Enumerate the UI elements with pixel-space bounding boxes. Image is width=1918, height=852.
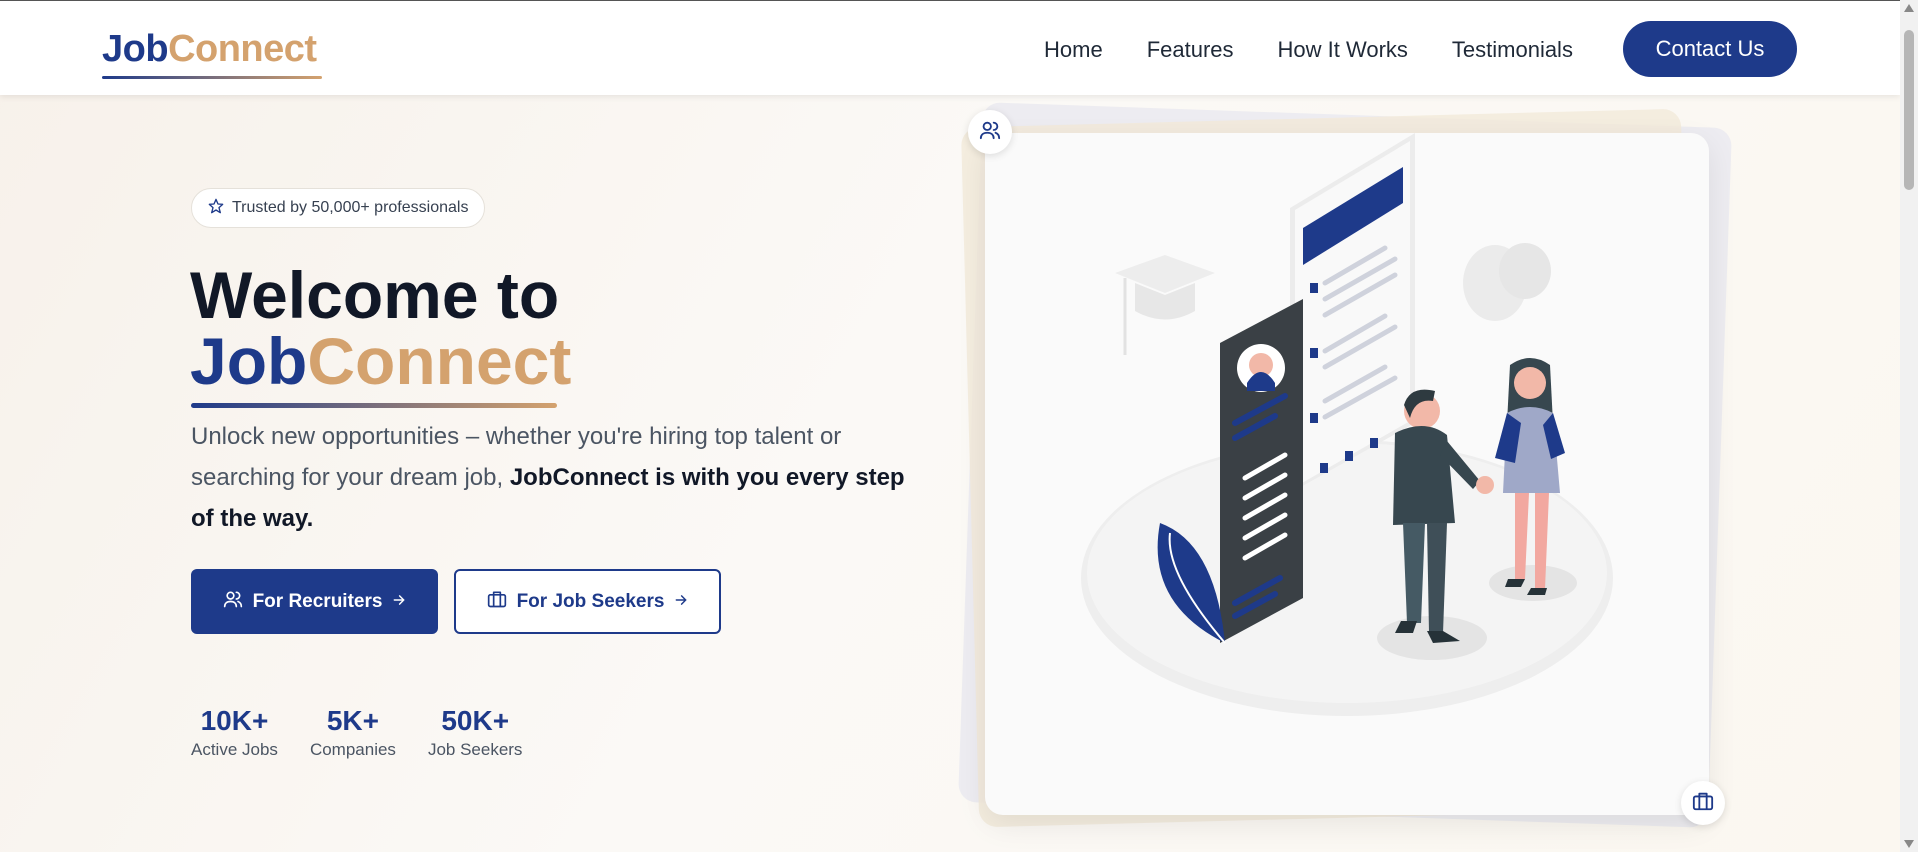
logo[interactable]: JobConnect	[102, 28, 317, 71]
navbar: JobConnect Home Features How It Works Te…	[0, 0, 1900, 95]
stat-active-jobs: 10K+ Active Jobs	[191, 704, 278, 760]
for-recruiters-button[interactable]: For Recruiters	[191, 569, 438, 634]
stat-value: 50K+	[441, 705, 510, 736]
logo-job: Job	[102, 28, 169, 70]
nav-link-testimonials[interactable]: Testimonials	[1452, 37, 1573, 63]
scroll-down-arrow[interactable]	[1904, 840, 1914, 848]
users-icon	[979, 119, 1001, 146]
arrow-right-icon	[674, 591, 688, 613]
nav-link-home[interactable]: Home	[1044, 37, 1103, 63]
stat-value: 10K+	[200, 705, 269, 736]
briefcase-icon	[1692, 790, 1714, 817]
title-underline	[191, 403, 557, 408]
hero-title-connect: Connect	[307, 324, 572, 398]
stat-job-seekers: 50K+ Job Seekers	[428, 704, 523, 760]
trust-badge-text: Trusted by 50,000+ professionals	[232, 199, 469, 216]
hero-title: Welcome to JobConnect	[190, 262, 571, 394]
nav-links: Home Features How It Works Testimonials	[1044, 37, 1573, 63]
scrollbar[interactable]	[1900, 0, 1918, 852]
nav-link-features[interactable]: Features	[1147, 37, 1234, 63]
hero-description: Unlock new opportunities – whether you'r…	[191, 416, 931, 539]
briefcase-float-badge	[1681, 781, 1725, 825]
star-icon	[208, 198, 224, 219]
stat-label: Job Seekers	[427, 740, 523, 759]
for-recruiters-label: For Recruiters	[252, 590, 383, 612]
for-job-seekers-label: For Job Seekers	[516, 590, 665, 612]
stat-companies: 5K+ Companies	[310, 704, 396, 760]
arrow-right-icon	[392, 591, 406, 613]
stat-value: 5K+	[326, 705, 380, 736]
stats: 10K+ Active Jobs 5K+ Companies 50K+ Job …	[191, 704, 522, 760]
scroll-thumb[interactable]	[1904, 30, 1914, 190]
stat-label: Active Jobs	[191, 740, 278, 759]
users-float-badge	[968, 110, 1012, 154]
logo-connect: Connect	[168, 28, 317, 70]
nav-link-how-it-works[interactable]: How It Works	[1278, 37, 1408, 63]
hero-title-line1: Welcome to	[190, 258, 560, 332]
handshake-illustration	[1081, 133, 1613, 716]
users-icon	[223, 589, 243, 615]
contact-us-button[interactable]: Contact Us	[1623, 21, 1797, 77]
stat-label: Companies	[309, 740, 396, 759]
hero-illustration-card	[985, 133, 1709, 815]
logo-underline	[102, 76, 322, 79]
for-job-seekers-button[interactable]: For Job Seekers	[454, 569, 721, 634]
trust-badge: Trusted by 50,000+ professionals	[191, 188, 486, 228]
hero-title-job: Job	[190, 324, 308, 398]
scroll-up-arrow[interactable]	[1904, 4, 1914, 12]
briefcase-icon	[487, 589, 507, 615]
